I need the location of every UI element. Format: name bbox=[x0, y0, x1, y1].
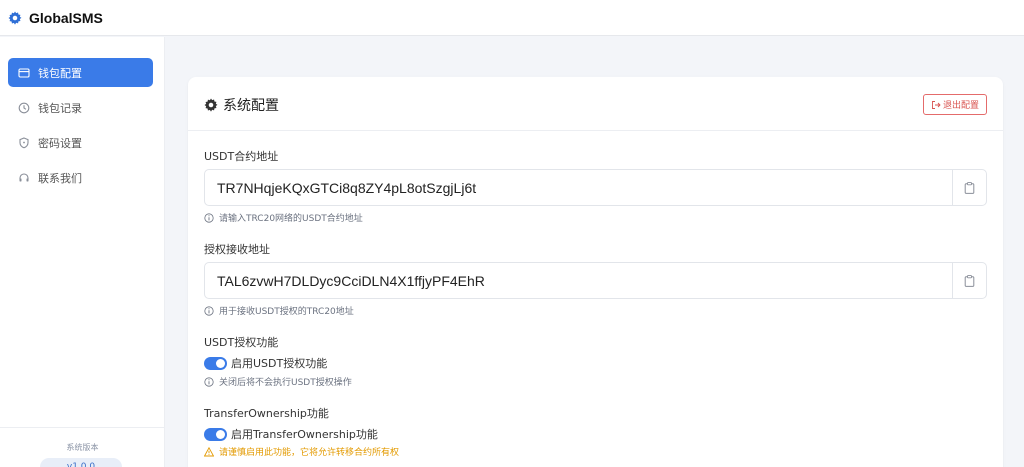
gear-icon bbox=[8, 10, 22, 25]
usdt-contract-label: USDT合约地址 bbox=[204, 150, 279, 163]
usdt-contract-field[interactable]: TR7NHqjeKQxGTCi8q8ZY4pL8otSzgjLj6t bbox=[204, 169, 987, 206]
version-label: 系统版本 bbox=[66, 443, 99, 452]
auth-receive-field[interactable]: TAL6zvwH7DLDyc9CciDLN4X1ffjyPF4EhR bbox=[204, 262, 987, 299]
sidebar-item-label: 钱包配置 bbox=[38, 66, 82, 80]
shield-icon bbox=[19, 136, 29, 148]
sidebar-item-contact-us[interactable]: 联系我们 bbox=[8, 163, 153, 192]
sidebar-item-wallet-records[interactable]: 钱包记录 bbox=[8, 93, 153, 122]
sidebar-item-wallet-config[interactable]: 钱包配置 bbox=[8, 58, 153, 87]
auth-receive-value[interactable]: TAL6zvwH7DLDyc9CciDLN4X1ffjyPF4EhR bbox=[205, 273, 952, 289]
logout-icon bbox=[932, 100, 941, 109]
auth-receive-label: 授权接收地址 bbox=[204, 243, 270, 256]
clock-icon bbox=[18, 102, 30, 113]
gear-icon bbox=[204, 98, 218, 112]
usdt-contract-value[interactable]: TR7NHqjeKQxGTCi8q8ZY4pL8otSzgjLj6t bbox=[205, 180, 952, 196]
wallet-icon bbox=[18, 67, 30, 78]
card-header: 系统配置 退出配置 bbox=[188, 77, 1003, 131]
headset-icon bbox=[19, 172, 29, 181]
transfer-ownership-toggle-row: 启用TransferOwnership功能 bbox=[204, 426, 378, 442]
clipboard-icon bbox=[964, 181, 975, 194]
copy-button[interactable] bbox=[952, 170, 986, 205]
usdt-auth-switch[interactable] bbox=[204, 356, 227, 370]
hint-text: 请输入TRC20网络的USDT合约地址 bbox=[219, 214, 363, 224]
info-icon bbox=[204, 305, 214, 316]
usdt-auth-toggle-row: 启用USDT授权功能 bbox=[204, 355, 327, 371]
top-bar: GlobalSMS bbox=[0, 0, 1024, 36]
card-title-text: 系统配置 bbox=[223, 98, 279, 114]
sidebar-item-password-settings[interactable]: 密码设置 bbox=[8, 128, 153, 157]
switch-label: 启用USDT授权功能 bbox=[231, 357, 328, 370]
switch-label: 启用TransferOwnership功能 bbox=[231, 428, 378, 441]
warning-text: 请谨慎启用此功能，它将允许转移合约所有权 bbox=[219, 448, 400, 458]
hint-text: 关闭后将不会执行USDT授权操作 bbox=[219, 378, 352, 388]
system-config-card: 系统配置 退出配置 USDT合约地址 TR7NHqjeKQxGTCi8q8ZY4… bbox=[188, 77, 1003, 467]
hint-text: 用于接收USDT授权的TRC20地址 bbox=[219, 307, 354, 317]
card-title: 系统配置 bbox=[204, 95, 279, 115]
sidebar-item-label: 钱包记录 bbox=[38, 101, 82, 115]
app-title: GlobalSMS bbox=[29, 9, 103, 26]
sidebar: 钱包配置 钱包记录 密码设置 联系我们 系统版本 v1.0.0 bbox=[0, 37, 165, 467]
logout-config-button[interactable]: 退出配置 bbox=[923, 94, 987, 115]
sidebar-item-label: 联系我们 bbox=[38, 171, 82, 185]
usdt-auth-feature-label: USDT授权功能 bbox=[204, 336, 279, 349]
usdt-contract-hint: 请输入TRC20网络的USDT合约地址 bbox=[204, 211, 363, 224]
auth-receive-hint: 用于接收USDT授权的TRC20地址 bbox=[204, 304, 354, 317]
info-icon bbox=[204, 376, 214, 387]
sidebar-nav: 钱包配置 钱包记录 密码设置 联系我们 bbox=[0, 37, 164, 192]
version-badge: v1.0.0 bbox=[40, 458, 122, 467]
clipboard-icon bbox=[964, 274, 975, 287]
warning-icon bbox=[204, 446, 214, 456]
usdt-auth-hint: 关闭后将不会执行USDT授权操作 bbox=[204, 375, 352, 388]
info-icon bbox=[204, 212, 214, 223]
transfer-ownership-warning: 请谨慎启用此功能，它将允许转移合约所有权 bbox=[204, 445, 399, 458]
transfer-ownership-feature-label: TransferOwnership功能 bbox=[204, 407, 329, 420]
logout-config-label: 退出配置 bbox=[942, 101, 979, 111]
sidebar-item-label: 密码设置 bbox=[38, 136, 82, 150]
transfer-ownership-switch[interactable] bbox=[204, 427, 227, 441]
sidebar-divider bbox=[0, 427, 165, 428]
copy-button[interactable] bbox=[952, 263, 986, 298]
